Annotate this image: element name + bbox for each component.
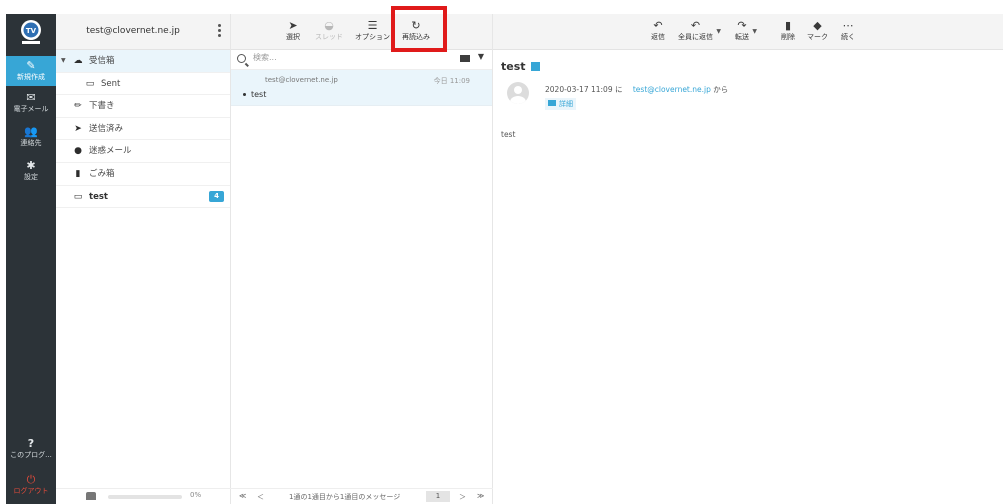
rail-mail[interactable]: ✉ 電子メール <box>6 92 56 120</box>
forward-icon: ↷ <box>737 19 747 32</box>
folder-trash[interactable]: ▮ ごみ箱 <box>56 163 230 186</box>
trash-icon: ▮ <box>784 19 792 32</box>
message-from: test@clovernet.ne.jp <box>265 76 338 84</box>
folder-pane: test@clovernet.ne.jp ▼ ☁ 受信箱 ▭ Sent ✏ 下書き ➤… <box>56 14 231 504</box>
quota-meter <box>108 495 182 499</box>
send-icon: ➤ <box>74 123 82 134</box>
trash-icon: ▮ <box>75 168 81 179</box>
first-page-button[interactable]: ≪ <box>239 492 246 500</box>
folder-test[interactable]: ▭ test 4 <box>56 186 230 209</box>
search-icon <box>237 54 246 63</box>
delete-button[interactable]: ▮ 削除 <box>781 20 795 42</box>
options-button[interactable]: ☰ オプション <box>355 20 390 42</box>
unread-count-badge: 4 <box>209 190 224 202</box>
list-toolbar: ➤ 選択 ◒ スレッド ☰ オプション ↻ 再読込み <box>231 6 492 52</box>
cursor-icon: ➤ <box>288 19 298 32</box>
collapse-arrow-icon[interactable]: ▼ <box>61 50 66 72</box>
envelope-icon <box>548 100 556 106</box>
chevron-down-icon[interactable]: ▼ <box>752 28 757 35</box>
storage-icon <box>86 492 96 500</box>
details-link[interactable]: 詳細 <box>545 98 576 110</box>
rail-settings[interactable]: ✱ 設定 <box>6 160 56 188</box>
last-page-button[interactable]: ≫ <box>477 492 484 500</box>
thread-button[interactable]: ◒ スレッド <box>315 20 343 42</box>
options-icon: ☰ <box>367 19 378 32</box>
message-subject: test <box>243 90 266 99</box>
sender-link[interactable]: test@clovernet.ne.jp <box>633 85 711 94</box>
webmail-app: TV ✎ 新規作成 ✉ 電子メール 👥 連絡先 ✱ 設定 ? このプログ... … <box>0 0 1003 504</box>
compose-icon: ✎ <box>26 59 36 72</box>
preview-date: 2020-03-17 11:09 に <box>545 85 623 94</box>
message-meta: 2020-03-17 11:09 に test@clovernet.ne.jp … <box>545 84 728 95</box>
highlight-box <box>391 6 447 52</box>
more-icon: ⋯ <box>842 19 854 32</box>
rail-help[interactable]: ? このプログ... <box>6 438 56 466</box>
pager-info: 1通の1通目から1通目のメッセージ <box>289 493 401 501</box>
reply-all-icon: ↶ <box>690 19 701 32</box>
quota-bar: 0% <box>56 488 231 504</box>
sender-avatar <box>507 82 529 104</box>
open-new-window-icon[interactable] <box>530 62 540 71</box>
folder-sent-sub[interactable]: ▭ Sent <box>56 73 230 96</box>
folder-icon: ▭ <box>85 78 95 89</box>
mail-icon: ✉ <box>26 91 36 104</box>
pencil-icon: ✏ <box>74 101 82 112</box>
search-bar: ▼ <box>231 50 492 70</box>
select-button[interactable]: ➤ 選択 <box>286 20 300 42</box>
preview-subject: test <box>501 60 540 73</box>
sender-suffix: から <box>713 85 729 94</box>
mail-filter-icon[interactable] <box>460 55 470 62</box>
help-icon: ? <box>27 437 35 450</box>
folder-sent[interactable]: ➤ 送信済み <box>56 118 230 141</box>
message-body: test <box>501 130 516 139</box>
app-rail: TV ✎ 新規作成 ✉ 電子メール 👥 連絡先 ✱ 設定 ? このプログ... … <box>6 14 56 504</box>
tag-icon: ◆ <box>813 19 822 32</box>
inbox-icon: ☁ <box>73 56 83 66</box>
message-date: 今日 11:09 <box>433 77 470 85</box>
folder-spam[interactable]: ● 迷惑メール <box>56 140 230 163</box>
message-row[interactable]: test@clovernet.ne.jp 今日 11:09 test <box>231 70 492 106</box>
reply-icon: ↶ <box>653 19 663 32</box>
message-preview-pane: ↶ 返信 ↶ 全員に返信 ▼ ↷ 転送 ▼ ▮ 削除 ◆ マーク ⋯ 続く te… <box>493 14 1003 504</box>
chevron-down-icon[interactable]: ▼ <box>716 28 721 35</box>
reply-button[interactable]: ↶ 返信 <box>651 20 665 42</box>
reply-all-button[interactable]: ↶ 全員に返信 ▼ <box>678 19 721 42</box>
account-email[interactable]: test@clovernet.ne.jp <box>56 26 210 36</box>
folder-drafts[interactable]: ✏ 下書き <box>56 95 230 118</box>
page-number[interactable]: 1 <box>426 491 450 502</box>
power-icon: ⏻ <box>26 473 36 486</box>
compose-button[interactable]: ✎ 新規作成 <box>6 56 56 86</box>
tv-logo-icon[interactable]: TV <box>18 18 44 46</box>
chat-icon: ◒ <box>324 19 334 32</box>
folder-icon: ▭ <box>73 191 83 202</box>
message-list-pane: ➤ 選択 ◒ スレッド ☰ オプション ↻ 再読込み ▼ test@c <box>231 6 493 504</box>
folder-inbox[interactable]: ▼ ☁ 受信箱 <box>56 50 230 73</box>
svg-text:TV: TV <box>26 27 37 35</box>
more-button[interactable]: ⋯ 続く <box>841 20 855 42</box>
account-header: test@clovernet.ne.jp <box>56 14 230 50</box>
rail-contacts[interactable]: 👥 連絡先 <box>6 126 56 154</box>
logout-button[interactable]: ⏻ ログアウト <box>6 474 56 502</box>
mark-button[interactable]: ◆ マーク <box>807 20 828 42</box>
forward-button[interactable]: ↷ 転送 ▼ <box>735 19 757 42</box>
contacts-icon: 👥 <box>24 125 38 138</box>
preview-toolbar: ↶ 返信 ↶ 全員に返信 ▼ ↷ 転送 ▼ ▮ 削除 ◆ マーク ⋯ 続く <box>493 14 1003 50</box>
account-menu-icon[interactable] <box>218 24 222 39</box>
search-input[interactable] <box>253 53 443 62</box>
quota-percent: 0% <box>190 491 202 499</box>
chevron-down-icon[interactable]: ▼ <box>478 52 484 61</box>
list-pager: ≪ ＜ 1通の1通目から1通目のメッセージ 1 ＞ ≫ <box>231 488 493 504</box>
gear-icon: ✱ <box>26 159 36 172</box>
unread-dot-icon <box>243 93 246 96</box>
fire-icon: ● <box>74 146 82 157</box>
next-page-button[interactable]: ＞ <box>459 492 466 502</box>
prev-page-button[interactable]: ＜ <box>257 492 264 502</box>
